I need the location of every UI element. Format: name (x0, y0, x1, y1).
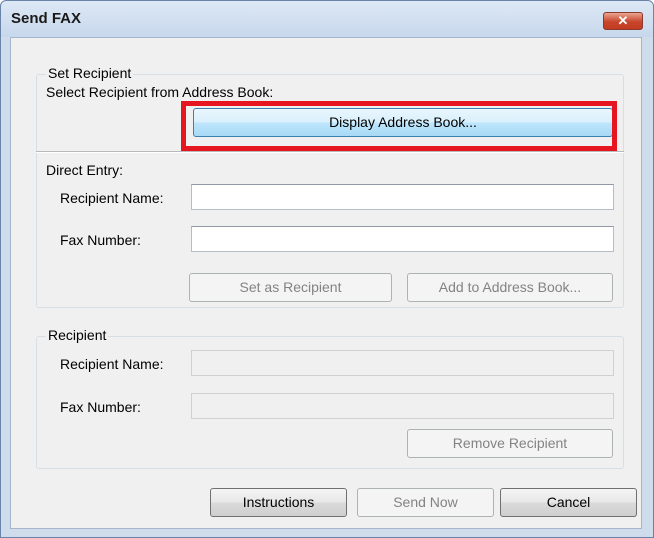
add-to-address-book-button[interactable]: Add to Address Book... (407, 273, 613, 302)
recipient-fax-number-display (191, 393, 614, 419)
send-now-button[interactable]: Send Now (357, 488, 494, 517)
set-recipient-group-label: Set Recipient (46, 65, 134, 81)
send-fax-dialog: Send FAX ✕ Set Recipient Select Recipien… (0, 0, 654, 538)
set-as-recipient-button[interactable]: Set as Recipient (189, 273, 392, 302)
direct-entry-fax-number-label: Fax Number: (60, 232, 141, 248)
title-bar[interactable]: Send FAX ✕ (1, 1, 653, 37)
highlight-frame (181, 101, 617, 151)
recipient-group-label: Recipient (46, 327, 109, 343)
recipient-fax-number-label: Fax Number: (60, 399, 141, 415)
cancel-button[interactable]: Cancel (500, 488, 637, 517)
address-book-caption: Select Recipient from Address Book: (46, 84, 274, 100)
section-divider (36, 151, 624, 153)
direct-entry-recipient-name-label: Recipient Name: (60, 190, 164, 206)
recipient-name-input[interactable] (191, 184, 614, 210)
recipient-name-label: Recipient Name: (60, 356, 164, 372)
dialog-title: Send FAX (11, 10, 82, 27)
fax-number-input[interactable] (191, 226, 614, 252)
instructions-button[interactable]: Instructions (210, 488, 347, 517)
close-icon[interactable]: ✕ (603, 12, 643, 30)
recipient-name-display (191, 350, 614, 376)
remove-recipient-button[interactable]: Remove Recipient (407, 429, 613, 458)
direct-entry-label: Direct Entry: (46, 162, 124, 178)
